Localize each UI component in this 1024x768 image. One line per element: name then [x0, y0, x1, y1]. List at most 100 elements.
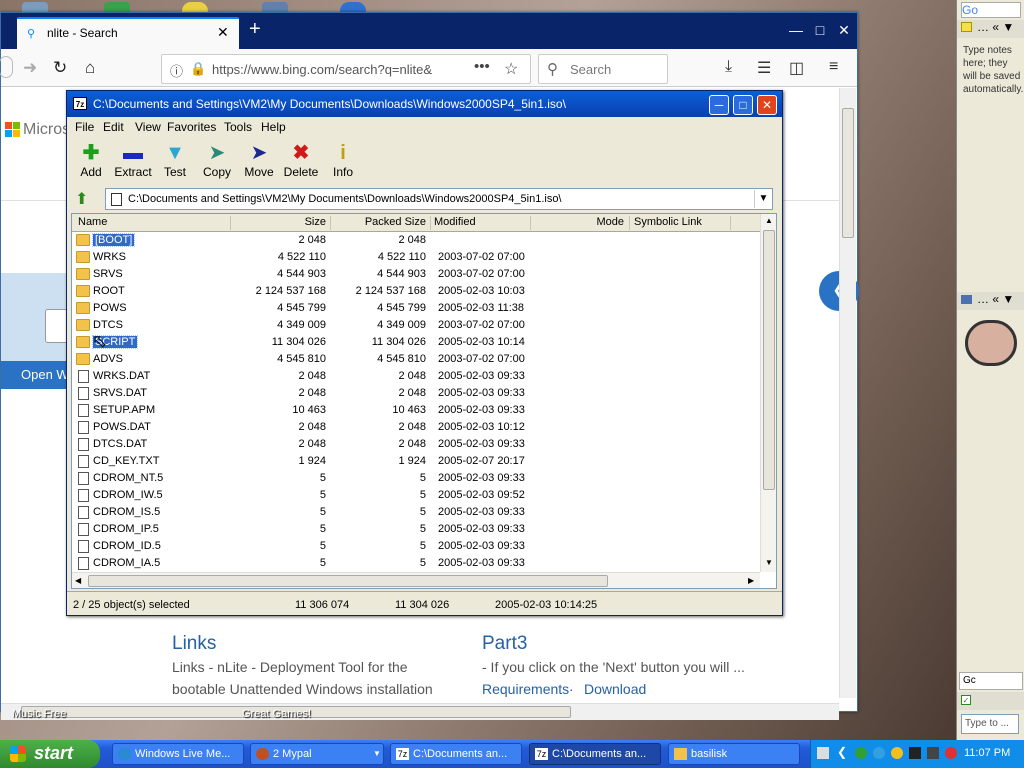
page-actions-icon[interactable]: •••: [474, 58, 490, 75]
menu-help[interactable]: Help: [261, 120, 286, 134]
tray-app-icon[interactable]: [927, 747, 939, 759]
back-button[interactable]: [0, 56, 13, 78]
menu-tools[interactable]: Tools: [224, 120, 252, 134]
column-divider[interactable]: [330, 216, 331, 230]
window-titlebar[interactable]: 7z C:\Documents and Settings\VM2\My Docu…: [67, 91, 782, 117]
table-row[interactable]: WRKS 4 522 110 4 522 110 2003-07-02 07:00: [72, 249, 760, 266]
taskbar-item-basilisk[interactable]: basilisk: [668, 743, 800, 765]
folder-up-icon[interactable]: ⬆: [75, 189, 88, 209]
taskbar-item-mypal[interactable]: 2 Mypal ▼: [250, 743, 384, 765]
table-row[interactable]: DTCS.DAT 2 048 2 048 2005-02-03 09:33: [72, 436, 760, 453]
column-divider[interactable]: [730, 216, 731, 230]
delete-button[interactable]: ✖ Delete: [279, 141, 323, 179]
column-name[interactable]: Name: [78, 216, 107, 232]
table-row[interactable]: SCRIPT 11 304 026 11 304 026 2005-02-03 10:…: [72, 334, 760, 351]
address-combobox[interactable]: C:\Documents and Settings\VM2\My Documen…: [105, 188, 773, 210]
test-button[interactable]: ▼ Test: [153, 141, 197, 179]
taskbar-item-7zip[interactable]: 7z C:\Documents an...: [390, 743, 522, 765]
keyboard-icon[interactable]: [817, 747, 829, 759]
minimize-icon[interactable]: —: [787, 21, 805, 39]
notes-gadget-header[interactable]: … « ▼: [957, 20, 1024, 38]
table-row[interactable]: POWS 4 545 799 4 545 799 2005-02-03 11:38: [72, 300, 760, 317]
page-horizontal-scrollbar[interactable]: [1, 703, 839, 720]
scroll-thumb[interactable]: [842, 108, 854, 238]
todo-gadget-header[interactable]: ✓: [957, 692, 1024, 710]
library-icon[interactable]: ☰: [757, 58, 771, 78]
tray-app-icon[interactable]: [873, 747, 885, 759]
tray-app-icon[interactable]: [891, 747, 903, 759]
table-row[interactable]: WRKS.DAT 2 048 2 048 2005-02-03 09:33: [72, 368, 760, 385]
scroll-right-icon[interactable]: ▶: [748, 576, 754, 585]
table-row[interactable]: CD_KEY.TXT 1 924 1 924 2005-02-07 20:17: [72, 453, 760, 470]
new-tab-icon[interactable]: +: [249, 18, 261, 41]
table-row[interactable]: SRVS 4 544 903 4 544 903 2003-07-02 07:00: [72, 266, 760, 283]
tray-app-icon[interactable]: [945, 747, 957, 759]
table-row[interactable]: CDROM_NT.5 5 5 2005-02-03 09:33: [72, 470, 760, 487]
scroll-thumb[interactable]: [763, 230, 775, 490]
close-button[interactable]: ✕: [757, 95, 777, 115]
forward-icon[interactable]: ➜: [23, 58, 37, 78]
download-link[interactable]: Download: [584, 681, 646, 697]
menu-file[interactable]: File: [75, 120, 94, 134]
close-tab-icon[interactable]: ✕: [217, 24, 229, 41]
url-bar[interactable]: ⓘ 🔒 https://www.bing.com/search?q=nlite&…: [161, 54, 531, 84]
table-row[interactable]: SRVS.DAT 2 048 2 048 2005-02-03 09:33: [72, 385, 760, 402]
table-row[interactable]: CDROM_IW.5 5 5 2005-02-03 09:52: [72, 487, 760, 504]
download-icon[interactable]: ⤓: [725, 58, 732, 76]
chevron-left-icon[interactable]: ❮: [837, 745, 847, 759]
notes-text[interactable]: Type notes here; they will be saved auto…: [963, 44, 1023, 96]
chevron-down-icon[interactable]: ▼: [754, 190, 772, 208]
reload-icon[interactable]: ↻: [53, 58, 67, 78]
links-title[interactable]: Links: [172, 633, 216, 655]
search-input[interactable]: ⚲ Search: [538, 54, 668, 84]
list-vertical-scrollbar[interactable]: ▲ ▼: [760, 214, 776, 572]
tray-app-icon[interactable]: [855, 747, 867, 759]
tab-nlite-search[interactable]: ⚲ nlite - Search ✕: [17, 17, 239, 49]
close-icon[interactable]: ✕: [835, 21, 853, 39]
column-symbolic-link[interactable]: Symbolic Link: [634, 216, 702, 232]
table-row[interactable]: CDROM_ID.5 5 5 2005-02-03 09:33: [72, 538, 760, 555]
scroll-thumb[interactable]: [88, 575, 608, 587]
table-row[interactable]: DTCS 4 349 009 4 349 009 2003-07-02 07:00: [72, 317, 760, 334]
column-modified[interactable]: Modified: [434, 216, 476, 232]
add-button[interactable]: ✚ Add: [69, 141, 113, 179]
list-horizontal-scrollbar[interactable]: ◀ ▶: [72, 572, 760, 588]
gadget-controls-icon[interactable]: … « ▼: [977, 20, 1014, 34]
table-row[interactable]: ROOT 2 124 537 168 2 124 537 168 2005-02-03…: [72, 283, 760, 300]
column-divider[interactable]: [430, 216, 431, 230]
taskbar-item-messenger[interactable]: Windows Live Me...: [112, 743, 244, 765]
column-mode[interactable]: Mode: [532, 216, 624, 232]
home-icon[interactable]: ⌂: [85, 58, 95, 78]
table-row[interactable]: SETUP.APM 10 463 10 463 2005-02-03 09:33: [72, 402, 760, 419]
start-button[interactable]: start: [0, 740, 100, 768]
table-row[interactable]: CDROM_IA.5 5 5 2005-02-03 09:33: [72, 555, 760, 572]
table-row[interactable]: CDROM_IP.5 5 5 2005-02-03 09:33: [72, 521, 760, 538]
maximize-icon[interactable]: □: [811, 21, 829, 39]
menu-favorites[interactable]: Favorites: [167, 120, 216, 134]
google-gadget-icon[interactable]: Go: [961, 2, 1021, 18]
taskbar-item-7zip-active[interactable]: 7z C:\Documents an...: [529, 743, 661, 765]
clock[interactable]: 11:07 PM: [964, 747, 1010, 759]
info-icon[interactable]: ⓘ: [170, 61, 183, 80]
image-gadget-header[interactable]: … « ▼: [957, 292, 1024, 310]
maximize-button[interactable]: □: [733, 95, 753, 115]
column-divider[interactable]: [530, 216, 531, 230]
tray-app-icon[interactable]: [909, 747, 921, 759]
gadget-tile[interactable]: Gc: [959, 672, 1023, 690]
move-button[interactable]: ➤ Move: [237, 141, 281, 179]
scroll-left-icon[interactable]: ◀: [75, 576, 81, 585]
copy-button[interactable]: ➤ Copy: [195, 141, 239, 179]
gadget-controls-icon[interactable]: … « ▼: [977, 292, 1014, 306]
sidebar-icon[interactable]: ◫: [789, 58, 804, 78]
menu-view[interactable]: View: [135, 120, 161, 134]
desktop-label[interactable]: Great Games!: [242, 708, 311, 720]
type-to-input[interactable]: Type to ...: [961, 714, 1019, 734]
extract-button[interactable]: ▬ Extract: [111, 141, 155, 179]
column-divider[interactable]: [230, 216, 231, 230]
desktop-label[interactable]: Music Free: [12, 708, 66, 720]
info-button[interactable]: i Info: [321, 141, 365, 179]
menu-icon[interactable]: ≡: [829, 58, 838, 76]
menu-edit[interactable]: Edit: [103, 120, 124, 134]
column-size[interactable]: Size: [232, 216, 326, 232]
column-packed-size[interactable]: Packed Size: [332, 216, 426, 232]
